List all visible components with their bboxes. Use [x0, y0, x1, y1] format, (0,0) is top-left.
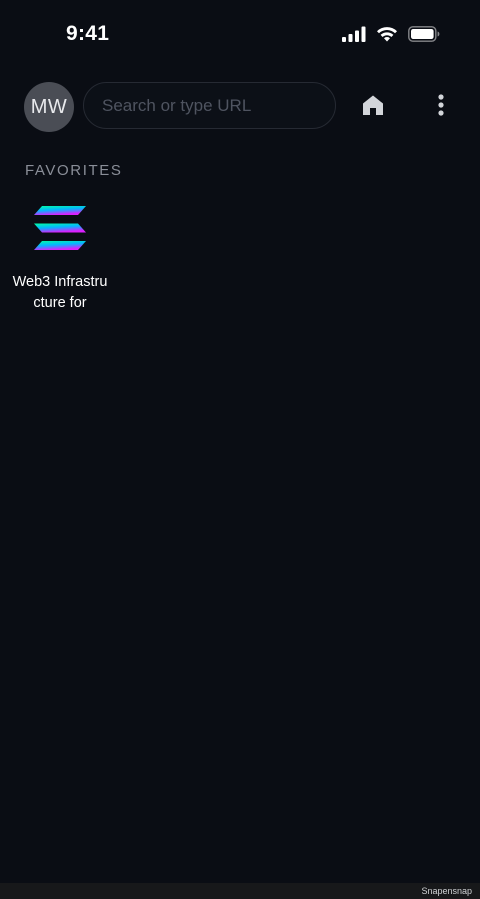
favorites-heading: FAVORITES — [25, 162, 123, 179]
cellular-signal-icon — [342, 26, 366, 47]
battery-icon — [408, 25, 440, 47]
favorite-item-title: Web3 Infrastructure for — [12, 274, 108, 311]
avatar-initials: MW — [30, 95, 68, 118]
home-icon — [362, 94, 384, 121]
search-input[interactable] — [102, 83, 322, 128]
status-bar: 9:41 — [0, 0, 480, 70]
search-bar[interactable] — [83, 82, 336, 129]
avatar[interactable]: MW — [24, 82, 74, 132]
more-vertical-icon — [437, 93, 445, 121]
home-button[interactable] — [360, 94, 386, 120]
watermark: Snapensnap — [421, 886, 472, 896]
status-time: 9:41 — [66, 22, 110, 45]
favorite-item[interactable]: Web3 Infrastructure for — [10, 198, 110, 318]
browser-toolbar: MW — [0, 80, 480, 132]
status-icons — [342, 25, 440, 47]
more-options-button[interactable] — [430, 93, 452, 121]
solana-logo-icon — [33, 204, 87, 252]
wifi-icon — [376, 26, 398, 47]
bottom-strip: Snapensnap — [0, 883, 480, 899]
